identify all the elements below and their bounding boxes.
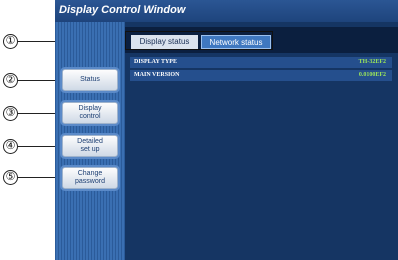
window-title: Display Control Window (55, 0, 398, 22)
info-row-main-version: MAIN VERSION 0.0100EF2 (130, 70, 392, 81)
display-control-button[interactable]: Display control (62, 102, 118, 124)
info-key: DISPLAY TYPE (134, 59, 177, 65)
info-value: TH-32EF2 (358, 59, 386, 65)
tabs-highlight-box (125, 31, 273, 50)
callout-5: ⑤ (3, 170, 18, 185)
callout-2: ② (3, 73, 18, 88)
info-row-display-type: DISPLAY TYPE TH-32EF2 (130, 57, 392, 68)
sidebar: Status Display control Detailed set up C… (55, 22, 125, 260)
callout-1: ① (3, 34, 18, 49)
main-panel: Display status Network status DISPLAY TY… (125, 22, 398, 260)
change-password-button[interactable]: Change password (62, 167, 118, 189)
callout-3: ③ (3, 106, 18, 121)
callout-4: ④ (3, 139, 18, 154)
detailed-setup-button[interactable]: Detailed set up (62, 135, 118, 157)
info-value: 0.0100EF2 (358, 72, 386, 78)
status-button[interactable]: Status (62, 69, 118, 91)
status-info-table: DISPLAY TYPE TH-32EF2 MAIN VERSION 0.010… (130, 57, 392, 83)
info-key: MAIN VERSION (134, 72, 180, 78)
